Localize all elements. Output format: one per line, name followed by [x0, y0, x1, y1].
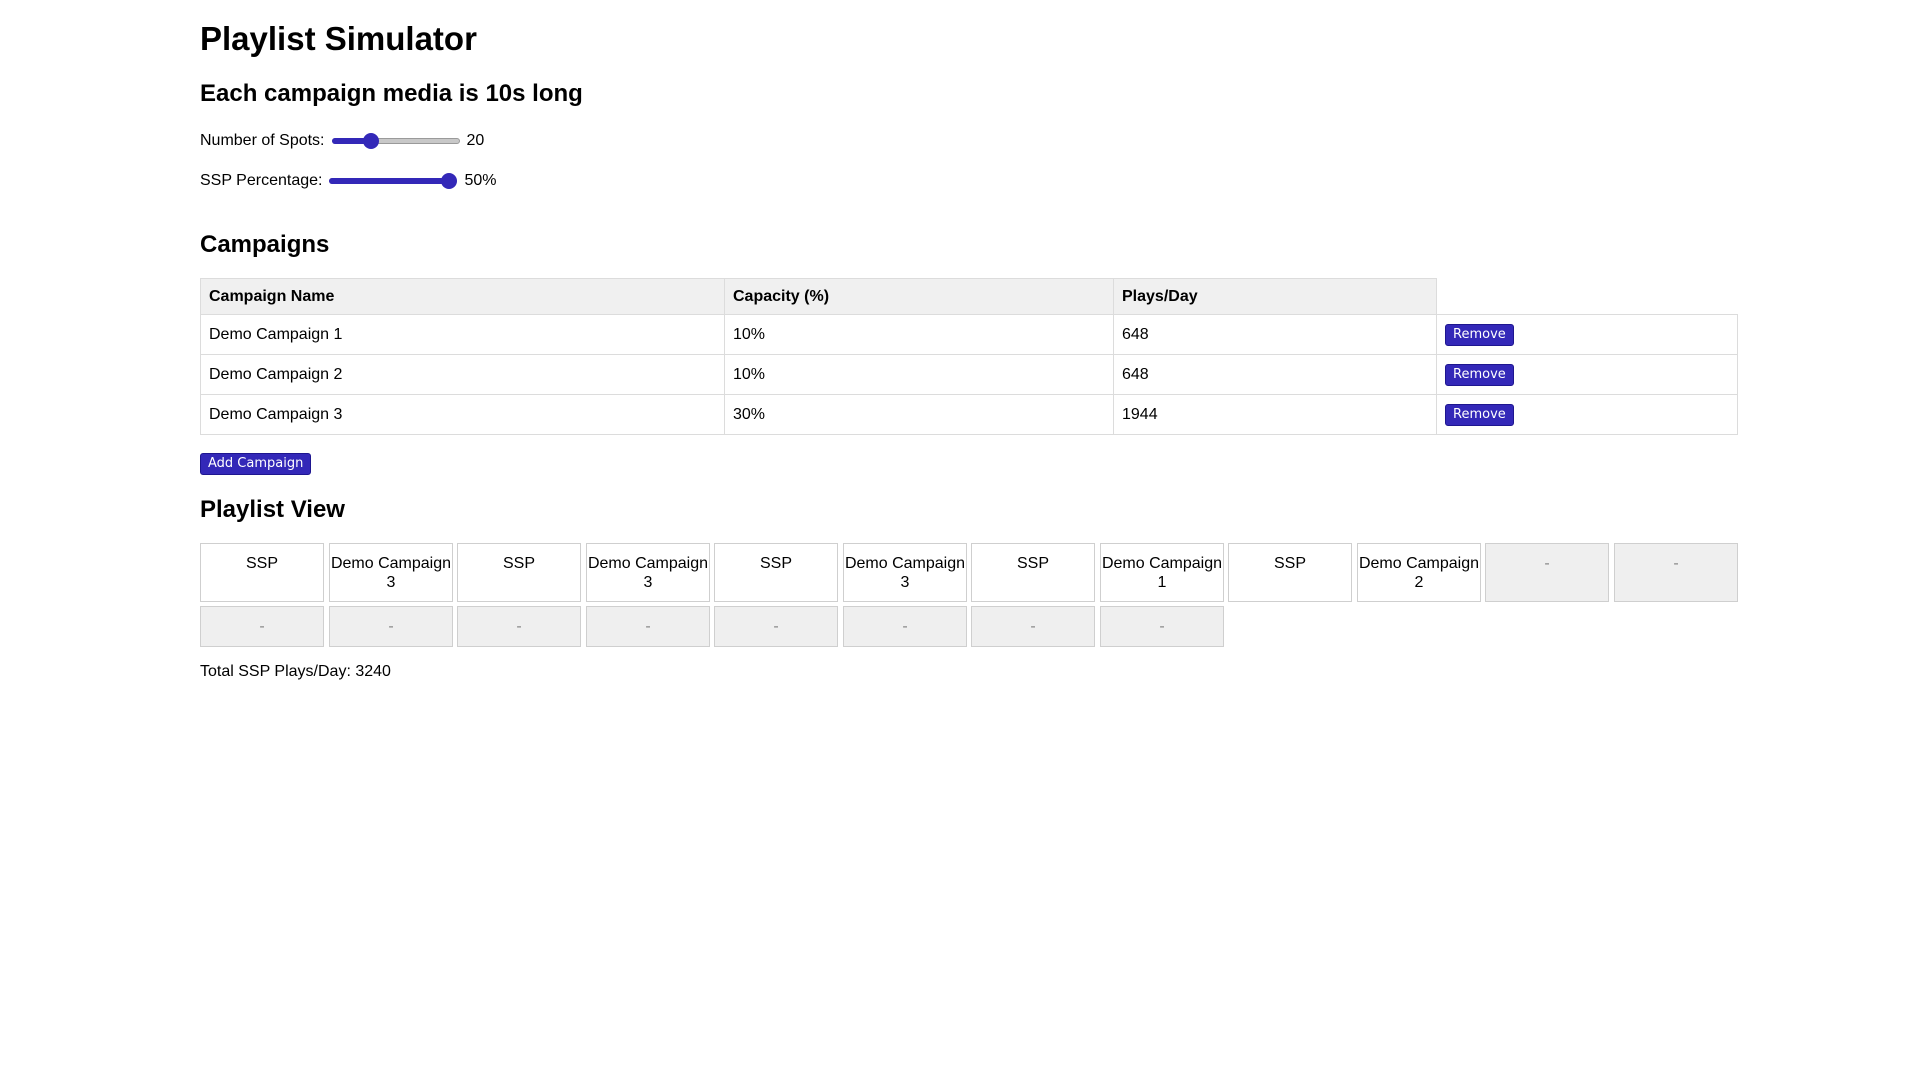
campaigns-heading: Campaigns [200, 231, 330, 258]
campaign-capacity: 30% [724, 394, 1114, 435]
playlist-slot: Demo Campaign 3 [586, 543, 710, 602]
remove-button[interactable]: Remove [1445, 403, 1514, 426]
campaign-capacity: 10% [724, 354, 1114, 395]
spots-label: Number of Spots: [200, 132, 325, 149]
col-header-capacity: Capacity (%) [724, 278, 1114, 315]
playlist-slot: Demo Campaign 2 [1357, 543, 1481, 602]
playlist-slot-empty: - [200, 606, 324, 647]
playlist-slot: SSP [200, 543, 324, 602]
campaigns-table: Campaign Name Capacity (%) Plays/Day Dem… [200, 278, 1738, 435]
table-row: Demo Campaign 1 10% 648 Remove [200, 314, 1738, 355]
playlist-slot: Demo Campaign 1 [1100, 543, 1224, 602]
table-row: Demo Campaign 3 30% 1944 Remove [200, 394, 1738, 435]
total-ssp-plays: Total SSP Plays/Day: 3240 [200, 663, 391, 680]
ssp-value: 50% [464, 172, 497, 189]
campaign-capacity: 10% [724, 314, 1114, 355]
playlist-slot: SSP [971, 543, 1095, 602]
add-campaign-button[interactable]: Add Campaign [200, 453, 312, 475]
ssp-slider[interactable] [329, 172, 458, 190]
slider-fill [329, 178, 450, 184]
campaign-plays: 648 [1113, 314, 1437, 355]
spots-slider[interactable] [331, 132, 460, 150]
ssp-control: SSP Percentage: 50% [200, 169, 496, 193]
campaign-name: Demo Campaign 2 [200, 354, 725, 395]
playlist-slot-empty: - [457, 606, 581, 647]
col-header-actions [1436, 278, 1738, 315]
playlist-slot: SSP [457, 543, 581, 602]
playlist-slot-empty: - [843, 606, 967, 647]
playlist-slot-empty: - [971, 606, 1095, 647]
campaign-actions: Remove [1436, 394, 1738, 435]
table-row: Demo Campaign 2 10% 648 Remove [200, 354, 1738, 395]
remove-button[interactable]: Remove [1445, 363, 1514, 386]
campaign-name: Demo Campaign 3 [200, 394, 725, 435]
page-title: Playlist Simulator [200, 20, 477, 57]
playlist-slot: Demo Campaign 3 [329, 543, 453, 602]
col-header-name: Campaign Name [200, 278, 725, 315]
playlist-slot: Demo Campaign 3 [843, 543, 967, 602]
playlist-slot: SSP [714, 543, 838, 602]
slider-thumb[interactable] [441, 173, 458, 189]
spots-value: 20 [466, 132, 485, 149]
playlist-heading: Playlist View [200, 496, 345, 523]
playlist-slot-empty: - [586, 606, 710, 647]
spots-control: Number of Spots: 20 [200, 129, 484, 153]
slider-thumb[interactable] [362, 133, 379, 149]
campaign-actions: Remove [1436, 354, 1738, 395]
campaign-actions: Remove [1436, 314, 1738, 355]
playlist-slot-empty: - [329, 606, 453, 647]
campaign-plays: 1944 [1113, 394, 1437, 435]
ssp-label: SSP Percentage: [200, 172, 323, 189]
remove-button[interactable]: Remove [1445, 323, 1514, 346]
playlist-slot-empty: - [714, 606, 838, 647]
playlist-slot: SSP [1228, 543, 1352, 602]
playlist-slot-empty: - [1614, 543, 1738, 602]
campaign-name: Demo Campaign 1 [200, 314, 725, 355]
campaign-plays: 648 [1113, 354, 1437, 395]
playlist-slot-empty: - [1100, 606, 1224, 647]
col-header-plays: Plays/Day [1113, 278, 1437, 315]
playlist-slot-empty: - [1485, 543, 1609, 602]
page-subtitle: Each campaign media is 10s long [200, 80, 583, 107]
table-header-row: Campaign Name Capacity (%) Plays/Day [200, 278, 1738, 315]
